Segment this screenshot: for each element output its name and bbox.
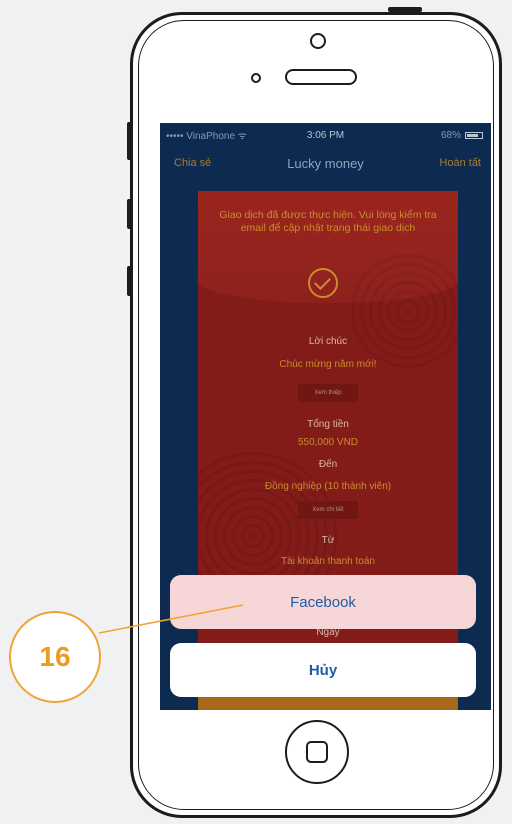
step-number: 16 xyxy=(39,641,71,672)
volume-down-button xyxy=(127,266,132,296)
facebook-label: Facebook xyxy=(290,593,356,611)
front-camera-icon xyxy=(310,33,326,49)
volume-up-button xyxy=(127,199,132,229)
home-button-icon[interactable] xyxy=(285,720,349,784)
cancel-button[interactable]: Hủy xyxy=(170,643,476,697)
cancel-label: Hủy xyxy=(308,661,338,679)
step-callout: 16 xyxy=(9,611,101,703)
speaker-grille xyxy=(285,69,357,85)
phone-screen: ••••• VinaPhone ᯤ 3:06 PM 68% Chia sẻ Lu… xyxy=(160,123,491,710)
sensor-icon xyxy=(251,73,261,83)
facebook-share-button[interactable]: Facebook xyxy=(170,575,476,629)
mute-switch xyxy=(127,122,132,160)
power-button xyxy=(388,7,422,12)
